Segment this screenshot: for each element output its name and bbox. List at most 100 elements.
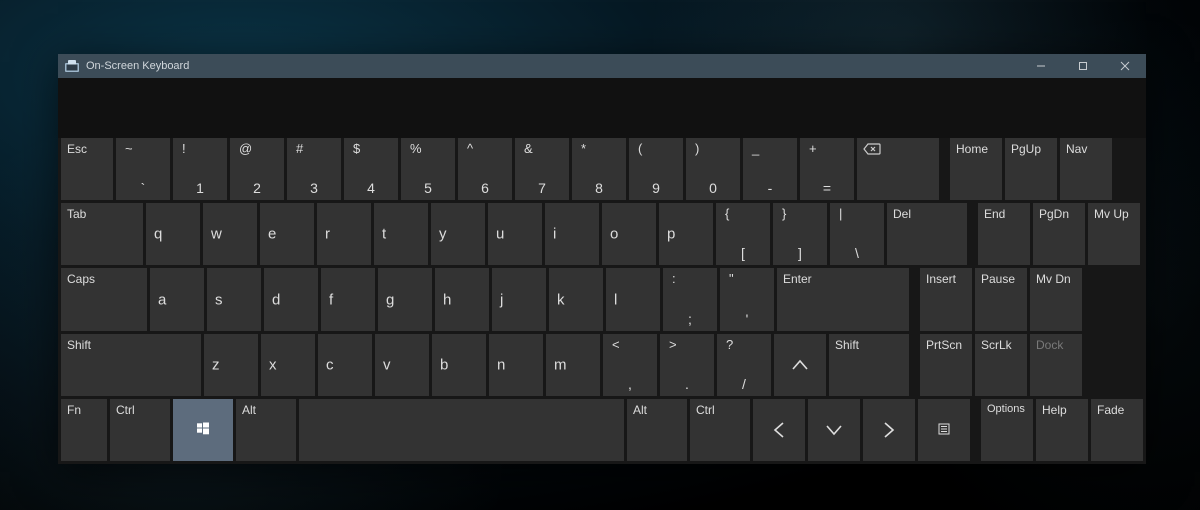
key-f[interactable]: f bbox=[321, 268, 375, 330]
key-5[interactable]: %5 bbox=[401, 138, 455, 200]
row-5: Fn Ctrl Alt Alt Ctrl bbox=[61, 399, 1143, 461]
close-button[interactable] bbox=[1104, 54, 1146, 78]
key-e[interactable]: e bbox=[260, 203, 314, 265]
key-nav[interactable]: Nav bbox=[1060, 138, 1112, 200]
key-d[interactable]: d bbox=[264, 268, 318, 330]
key-t[interactable]: t bbox=[374, 203, 428, 265]
key-comma[interactable]: <, bbox=[603, 334, 657, 396]
key-j[interactable]: j bbox=[492, 268, 546, 330]
key-c[interactable]: c bbox=[318, 334, 372, 396]
key-minus[interactable]: _- bbox=[743, 138, 797, 200]
key-bracket-right[interactable]: }] bbox=[773, 203, 827, 265]
key-del[interactable]: Del bbox=[887, 203, 967, 265]
row-2: Tab q w e r t y u i o p {[ }] |\ Del End… bbox=[61, 203, 1143, 265]
key-pause[interactable]: Pause bbox=[975, 268, 1027, 330]
titlebar[interactable]: On-Screen Keyboard bbox=[58, 54, 1146, 78]
row-1: Esc ~` !1 @2 #3 $4 %5 ^6 &7 *8 (9 )0 _- … bbox=[61, 138, 1143, 200]
key-i[interactable]: i bbox=[545, 203, 599, 265]
backspace-icon bbox=[863, 142, 881, 159]
key-slash[interactable]: ?/ bbox=[717, 334, 771, 396]
key-z[interactable]: z bbox=[204, 334, 258, 396]
maximize-button[interactable] bbox=[1062, 54, 1104, 78]
key-1[interactable]: !1 bbox=[173, 138, 227, 200]
arrow-up-icon bbox=[791, 359, 809, 371]
key-tab[interactable]: Tab bbox=[61, 203, 143, 265]
arrow-right-icon bbox=[883, 421, 895, 439]
key-equals[interactable]: += bbox=[800, 138, 854, 200]
key-y[interactable]: y bbox=[431, 203, 485, 265]
keyboard: Esc ~` !1 @2 #3 $4 %5 ^6 &7 *8 (9 )0 _- … bbox=[58, 138, 1146, 464]
key-q[interactable]: q bbox=[146, 203, 200, 265]
key-o[interactable]: o bbox=[602, 203, 656, 265]
key-enter[interactable]: Enter bbox=[777, 268, 909, 330]
arrow-left-icon bbox=[773, 421, 785, 439]
key-fn[interactable]: Fn bbox=[61, 399, 107, 461]
key-6[interactable]: ^6 bbox=[458, 138, 512, 200]
row-4: Shift z x c v b n m <, >. ?/ Shift PrtSc… bbox=[61, 334, 1143, 396]
key-dock[interactable]: Dock bbox=[1030, 334, 1082, 396]
key-end[interactable]: End bbox=[978, 203, 1030, 265]
key-7[interactable]: &7 bbox=[515, 138, 569, 200]
key-p[interactable]: p bbox=[659, 203, 713, 265]
key-prtscn[interactable]: PrtScn bbox=[920, 334, 972, 396]
key-ctrl-right[interactable]: Ctrl bbox=[690, 399, 750, 461]
key-backslash[interactable]: |\ bbox=[830, 203, 884, 265]
arrow-down-icon bbox=[825, 424, 843, 436]
key-space[interactable] bbox=[299, 399, 624, 461]
window-title: On-Screen Keyboard bbox=[86, 60, 189, 72]
key-s[interactable]: s bbox=[207, 268, 261, 330]
context-menu-icon bbox=[939, 422, 950, 437]
minimize-button[interactable] bbox=[1020, 54, 1062, 78]
key-h[interactable]: h bbox=[435, 268, 489, 330]
key-arrow-left[interactable] bbox=[753, 399, 805, 461]
key-home[interactable]: Home bbox=[950, 138, 1002, 200]
key-u[interactable]: u bbox=[488, 203, 542, 265]
key-pgup[interactable]: PgUp bbox=[1005, 138, 1057, 200]
key-mvdn[interactable]: Mv Dn bbox=[1030, 268, 1082, 330]
key-semicolon[interactable]: :; bbox=[663, 268, 717, 330]
key-4[interactable]: $4 bbox=[344, 138, 398, 200]
key-x[interactable]: x bbox=[261, 334, 315, 396]
key-shift-left[interactable]: Shift bbox=[61, 334, 201, 396]
key-fade[interactable]: Fade bbox=[1091, 399, 1143, 461]
key-arrow-down[interactable] bbox=[808, 399, 860, 461]
key-options[interactable]: Options bbox=[981, 399, 1033, 461]
key-r[interactable]: r bbox=[317, 203, 371, 265]
key-n[interactable]: n bbox=[489, 334, 543, 396]
key-alt-left[interactable]: Alt bbox=[236, 399, 296, 461]
key-windows[interactable] bbox=[173, 399, 233, 461]
key-quote[interactable]: "' bbox=[720, 268, 774, 330]
key-2[interactable]: @2 bbox=[230, 138, 284, 200]
key-w[interactable]: w bbox=[203, 203, 257, 265]
key-arrow-right[interactable] bbox=[863, 399, 915, 461]
key-shift-right[interactable]: Shift bbox=[829, 334, 909, 396]
key-backtick[interactable]: ~` bbox=[116, 138, 170, 200]
key-g[interactable]: g bbox=[378, 268, 432, 330]
key-k[interactable]: k bbox=[549, 268, 603, 330]
key-8[interactable]: *8 bbox=[572, 138, 626, 200]
key-v[interactable]: v bbox=[375, 334, 429, 396]
key-insert[interactable]: Insert bbox=[920, 268, 972, 330]
key-help[interactable]: Help bbox=[1036, 399, 1088, 461]
key-backspace[interactable] bbox=[857, 138, 939, 200]
key-scrlk[interactable]: ScrLk bbox=[975, 334, 1027, 396]
key-a[interactable]: a bbox=[150, 268, 204, 330]
key-context-menu[interactable] bbox=[918, 399, 970, 461]
key-arrow-up[interactable] bbox=[774, 334, 826, 396]
key-esc[interactable]: Esc bbox=[61, 138, 113, 200]
key-ctrl-left[interactable]: Ctrl bbox=[110, 399, 170, 461]
key-0[interactable]: )0 bbox=[686, 138, 740, 200]
key-bracket-left[interactable]: {[ bbox=[716, 203, 770, 265]
key-pgdn[interactable]: PgDn bbox=[1033, 203, 1085, 265]
key-9[interactable]: (9 bbox=[629, 138, 683, 200]
key-b[interactable]: b bbox=[432, 334, 486, 396]
function-row-placeholder bbox=[58, 78, 1146, 138]
key-period[interactable]: >. bbox=[660, 334, 714, 396]
key-mvup[interactable]: Mv Up bbox=[1088, 203, 1140, 265]
osk-window: On-Screen Keyboard Esc ~` !1 @2 #3 $4 %5… bbox=[58, 54, 1146, 464]
key-caps[interactable]: Caps bbox=[61, 268, 147, 330]
key-3[interactable]: #3 bbox=[287, 138, 341, 200]
key-alt-right[interactable]: Alt bbox=[627, 399, 687, 461]
key-l[interactable]: l bbox=[606, 268, 660, 330]
key-m[interactable]: m bbox=[546, 334, 600, 396]
